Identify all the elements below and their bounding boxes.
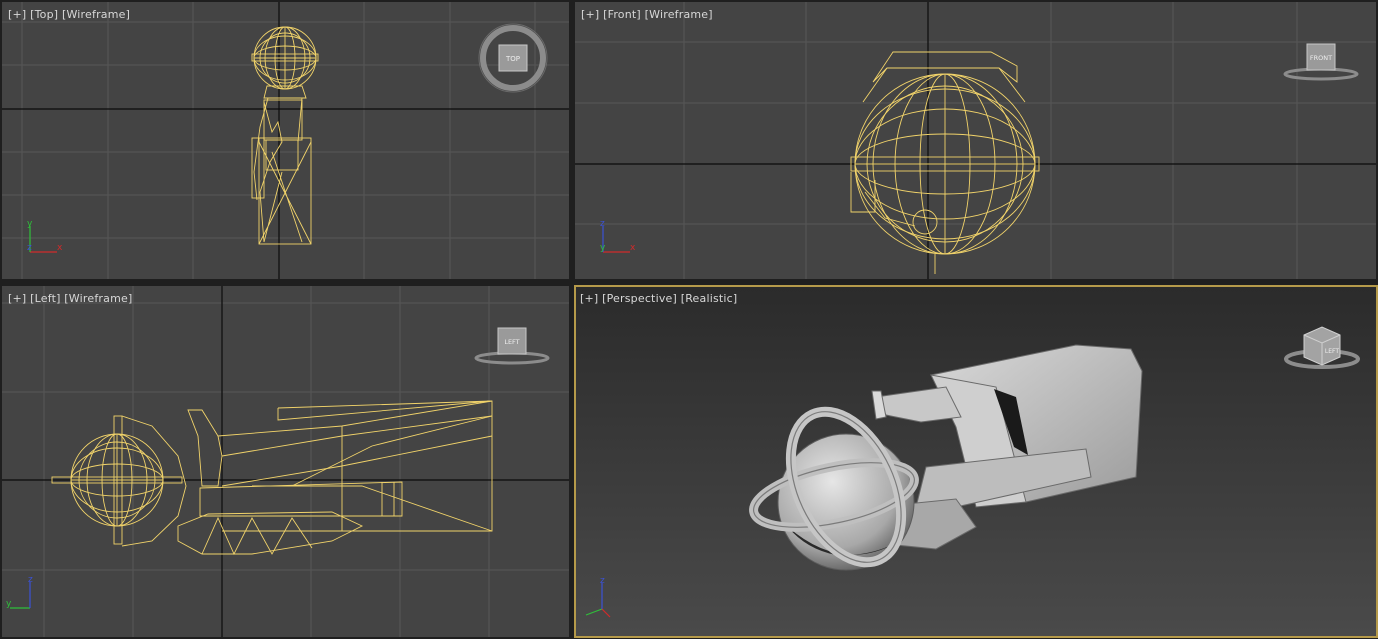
axis-y-label: y	[27, 219, 33, 229]
axis-tripod: x y z	[27, 219, 63, 253]
view-type-label[interactable]: [Front]	[603, 8, 641, 21]
viewport-front[interactable]: [+] [Front] [Wireframe] x z y FRONT	[575, 2, 1376, 279]
grid	[2, 286, 569, 637]
home-grid-axes	[575, 2, 1376, 279]
viewport-label-top: [+] [Top] [Wireframe]	[8, 8, 130, 21]
axis-z-label: z	[28, 575, 33, 585]
shading-mode-label[interactable]: [Wireframe]	[645, 8, 713, 21]
viewport-menu-button[interactable]: [+]	[8, 8, 26, 21]
axis-x-label: x	[630, 243, 636, 253]
viewport-left-canvas: y z LEFT	[2, 286, 569, 637]
viewport-menu-button[interactable]: [+]	[580, 292, 598, 305]
viewcube[interactable]: TOP	[478, 23, 548, 93]
viewport-front-canvas: x z y FRONT	[575, 2, 1376, 279]
axis-z-label: z	[600, 576, 605, 586]
home-grid-axes	[2, 286, 569, 637]
grid	[575, 2, 1376, 279]
viewcube-face-label[interactable]: FRONT	[1310, 54, 1332, 62]
viewport-top[interactable]: [+] [Top] [Wireframe] x y z TOP	[2, 2, 569, 279]
wireframe-model	[850, 51, 1040, 274]
shading-mode-label[interactable]: [Realistic]	[681, 292, 738, 305]
axis-x-label: x	[57, 243, 63, 253]
view-type-label[interactable]: [Top]	[30, 8, 58, 21]
viewport-left[interactable]: [+] [Left] [Wireframe] y z LEFT	[2, 286, 569, 637]
viewport-label-front: [+] [Front] [Wireframe]	[581, 8, 713, 21]
view-type-label[interactable]: [Left]	[30, 292, 60, 305]
axis-tripod: z	[585, 576, 611, 618]
wireframe-model	[51, 400, 493, 556]
viewcube-face-label[interactable]: LEFT	[504, 338, 519, 346]
axis-z-label: z	[27, 243, 32, 253]
axis-tripod: y z	[6, 575, 33, 609]
viewcube[interactable]: LEFT	[1284, 326, 1360, 369]
shading-mode-label[interactable]: [Wireframe]	[62, 8, 130, 21]
view-type-label[interactable]: [Perspective]	[602, 292, 677, 305]
viewcube[interactable]: FRONT	[1283, 43, 1359, 81]
viewport-perspective-canvas: z LEFT	[585, 326, 1360, 618]
viewport-label-left: [+] [Left] [Wireframe]	[8, 292, 132, 305]
viewport-perspective[interactable]: [+] [Perspective] [Realistic] z LEFT	[574, 285, 1378, 638]
viewcube-face-label[interactable]: TOP	[505, 55, 520, 63]
viewcube[interactable]: LEFT	[474, 327, 550, 365]
viewport-top-canvas: x y z TOP	[2, 2, 569, 279]
viewport-menu-button[interactable]: [+]	[8, 292, 26, 305]
viewcube-face-label[interactable]: LEFT	[1325, 348, 1339, 355]
axis-y-label: y	[600, 243, 606, 253]
viewport-menu-button[interactable]: [+]	[581, 8, 599, 21]
viewport-label-perspective: [+] [Perspective] [Realistic]	[580, 292, 737, 305]
axis-z-label: z	[600, 219, 605, 229]
axis-y-label: y	[6, 599, 12, 609]
wireframe-model	[251, 26, 319, 245]
shading-mode-label[interactable]: [Wireframe]	[64, 292, 132, 305]
realistic-model	[749, 344, 1143, 571]
